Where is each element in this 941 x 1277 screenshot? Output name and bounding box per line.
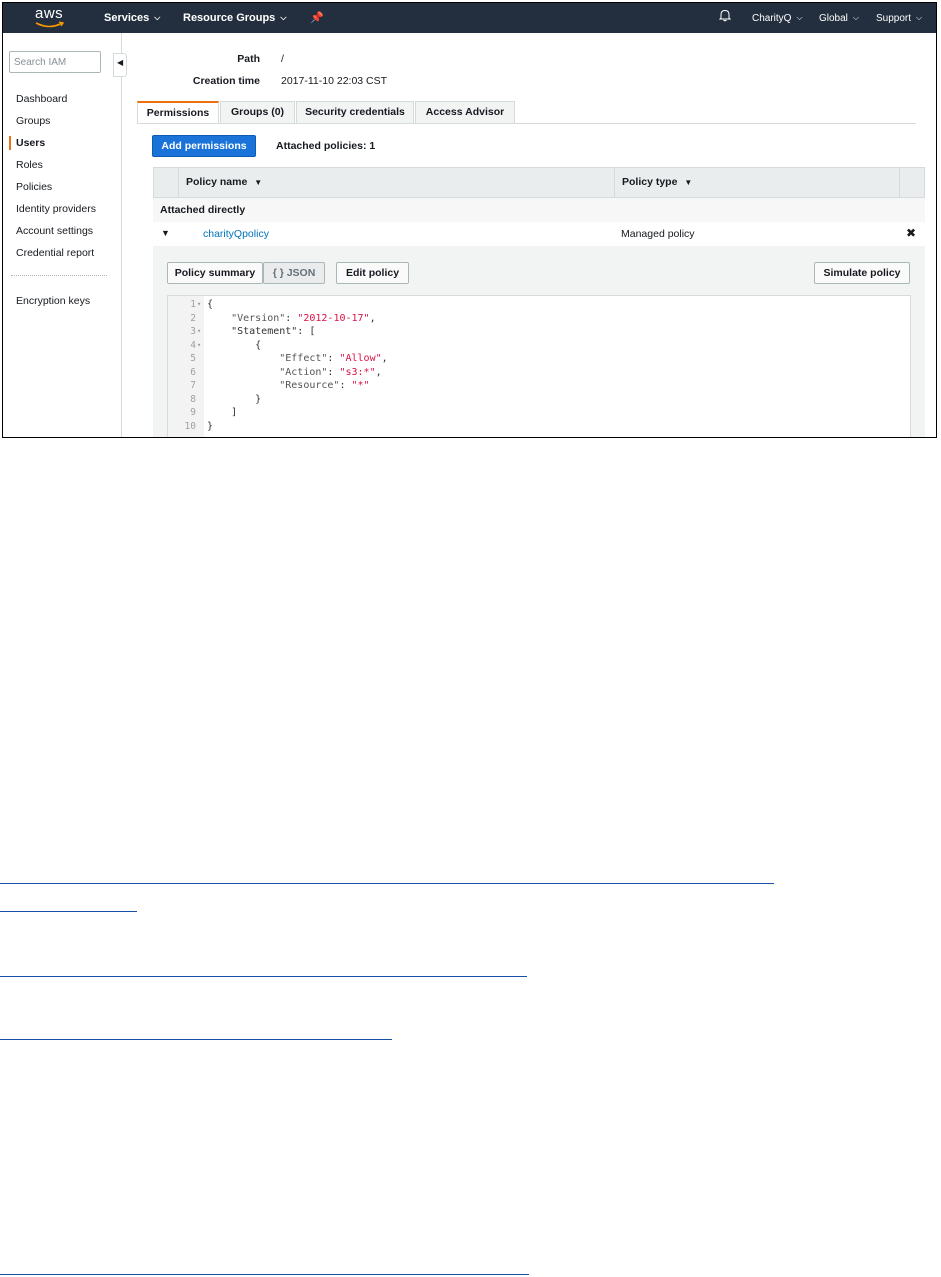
resource-groups-menu[interactable]: Resource Groups ⌵ xyxy=(183,3,286,33)
sort-caret-icon: ▼ xyxy=(254,178,263,187)
tab-access-advisor[interactable]: Access Advisor xyxy=(415,101,515,123)
aws-logo-text: aws xyxy=(35,5,64,22)
json-policy-editor[interactable]: 1 ▾{2 "Version": "2012-10-17", 3 ▾ "Stateme… xyxy=(167,295,911,437)
iam-sidebar: Dashboard Groups Users Roles Policies Id… xyxy=(3,33,122,437)
tab-security-credentials[interactable]: Security credentials xyxy=(296,101,414,123)
line-number: 3 xyxy=(190,326,196,337)
tab-divider xyxy=(137,123,916,124)
pin-icon[interactable]: 📌 xyxy=(310,3,324,33)
policy-name-link[interactable]: charityQpolicy xyxy=(203,228,269,240)
chevron-down-icon: ⌵ xyxy=(916,13,923,22)
remove-policy-icon[interactable]: ✖ xyxy=(906,226,916,240)
code-line: "Statement": [ xyxy=(207,326,316,337)
fold-toggle-icon[interactable]: ▾ xyxy=(197,327,201,335)
region-menu[interactable]: Global ⌵ xyxy=(819,3,859,33)
code-line: "Effect": "Allow", xyxy=(279,353,388,364)
services-menu[interactable]: Services ⌵ xyxy=(104,3,160,33)
column-header-policy-name[interactable]: Policy name ▼ xyxy=(186,168,262,197)
line-number: 7 xyxy=(190,380,196,391)
underline-link[interactable] xyxy=(0,883,774,884)
simulate-policy-button[interactable]: Simulate policy xyxy=(814,262,910,284)
policy-summary-button[interactable]: Policy summary xyxy=(167,262,263,284)
line-number: 6 xyxy=(190,366,196,378)
tab-groups[interactable]: Groups (0) xyxy=(220,101,295,123)
search-input[interactable] xyxy=(9,51,101,73)
chevron-down-icon: ⌵ xyxy=(796,13,803,22)
path-value: / xyxy=(281,53,284,65)
code-line: } xyxy=(207,420,214,432)
sidebar-item-groups[interactable]: Groups xyxy=(16,115,50,127)
column-header-policy-type-label: Policy type xyxy=(622,176,678,188)
main-content: Path / Creation time 2017-11-10 22:03 CS… xyxy=(122,33,936,437)
code-line: "Action": "s3:*", xyxy=(279,366,382,378)
bell-icon[interactable] xyxy=(718,3,732,33)
fold-toggle-icon[interactable]: ▾ xyxy=(197,300,201,308)
line-number: 9 xyxy=(190,407,196,418)
creation-time-value: 2017-11-10 22:03 CST xyxy=(281,75,388,87)
services-label: Services xyxy=(104,12,150,24)
chevron-down-icon: ⌵ xyxy=(852,13,859,22)
group-row-attached-directly: Attached directly xyxy=(153,198,925,223)
expand-caret-icon[interactable]: ▼ xyxy=(161,228,170,238)
line-number: 1 xyxy=(190,299,196,310)
attached-policies-count: Attached policies: 1 xyxy=(276,140,376,152)
code-line: { xyxy=(207,339,262,351)
underline-link[interactable] xyxy=(0,1039,392,1040)
group-label: Attached directly xyxy=(160,204,246,216)
account-label: CharityQ xyxy=(752,13,792,24)
support-menu[interactable]: Support ⌵ xyxy=(876,3,922,33)
code-line: { xyxy=(207,299,214,310)
support-label: Support xyxy=(876,13,912,24)
sidebar-item-policies[interactable]: Policies xyxy=(16,181,52,193)
line-number: 4 xyxy=(190,339,196,351)
sidebar-item-credential-report[interactable]: Credential report xyxy=(16,247,94,259)
top-navigation-bar: aws Services ⌵ Resource Groups ⌵ 📌 Charity… xyxy=(3,3,936,33)
add-permissions-button[interactable]: Add permissions xyxy=(152,135,256,157)
chevron-down-icon: ⌵ xyxy=(154,13,161,22)
sort-caret-icon: ▼ xyxy=(684,178,693,187)
code-line: "Resource": "*" xyxy=(279,380,370,391)
table-header: Policy name ▼ Policy type ▼ xyxy=(153,167,925,198)
aws-logo[interactable]: aws xyxy=(33,5,67,31)
policy-type-value: Managed policy xyxy=(621,228,695,240)
edit-policy-button[interactable]: Edit policy xyxy=(336,262,409,284)
aws-console-screenshot: aws Services ⌵ Resource Groups ⌵ 📌 Charity… xyxy=(2,2,937,438)
chevron-down-icon: ⌵ xyxy=(280,13,287,22)
underline-link[interactable] xyxy=(0,976,527,977)
underline-link[interactable] xyxy=(0,1274,529,1275)
underline-link[interactable] xyxy=(0,911,137,912)
sidebar-divider xyxy=(11,275,107,276)
resource-groups-label: Resource Groups xyxy=(183,12,276,24)
line-number: 10 xyxy=(184,420,196,432)
creation-time-label: Creation time xyxy=(192,75,260,87)
fold-toggle-icon[interactable]: ▾ xyxy=(197,341,201,349)
json-view-button[interactable]: { } JSON xyxy=(263,262,325,284)
aws-smile-icon xyxy=(35,21,65,28)
tab-permissions[interactable]: Permissions xyxy=(137,101,219,124)
region-label: Global xyxy=(819,13,848,24)
column-divider xyxy=(178,168,179,197)
sidebar-item-roles[interactable]: Roles xyxy=(16,159,43,171)
table-row: ▼ charityQpolicy Managed policy ✖ xyxy=(153,222,925,247)
sidebar-item-account-settings[interactable]: Account settings xyxy=(16,225,93,237)
path-label: Path xyxy=(237,53,260,65)
account-menu[interactable]: CharityQ ⌵ xyxy=(752,3,803,33)
sidebar-item-encryption-keys[interactable]: Encryption keys xyxy=(16,295,90,307)
line-number: 8 xyxy=(190,393,196,405)
code-line: } xyxy=(207,393,262,405)
line-number: 2 xyxy=(190,312,196,324)
column-header-policy-name-label: Policy name xyxy=(186,176,248,188)
column-divider xyxy=(899,168,900,197)
code-line: ] xyxy=(207,407,238,418)
policy-detail-panel: Policy summary { } JSON Edit policy Simu… xyxy=(153,246,925,437)
line-number: 5 xyxy=(190,353,196,364)
column-header-policy-type[interactable]: Policy type ▼ xyxy=(622,168,692,197)
active-indicator xyxy=(9,136,11,150)
sidebar-item-identity-providers[interactable]: Identity providers xyxy=(16,203,96,215)
code-line: "Version": "2012-10-17", xyxy=(231,312,376,324)
sidebar-item-users[interactable]: Users xyxy=(16,137,45,149)
column-divider xyxy=(614,168,615,197)
sidebar-item-dashboard[interactable]: Dashboard xyxy=(16,93,67,105)
